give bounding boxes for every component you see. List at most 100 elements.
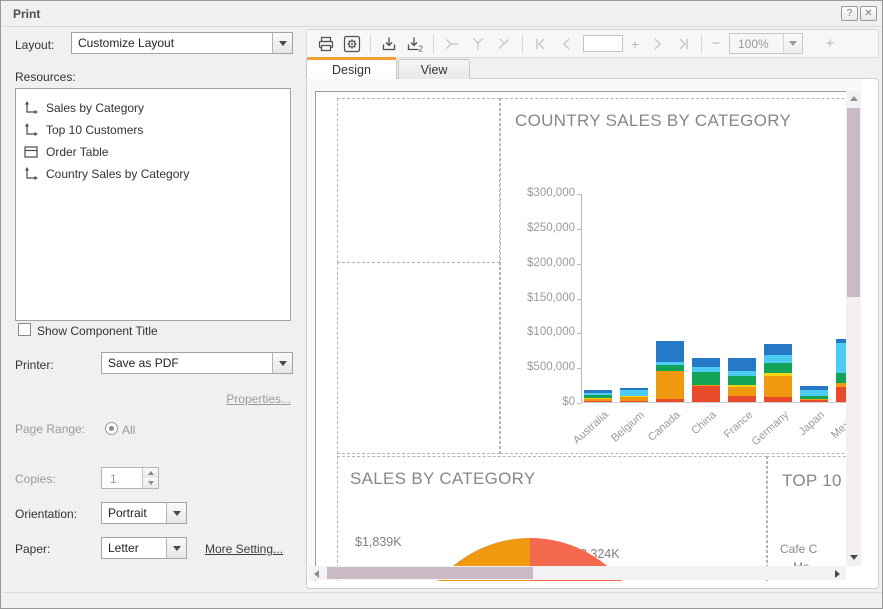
split-diagonal-icon[interactable]	[491, 32, 517, 56]
zoom-value: 100%	[730, 34, 783, 53]
y-axis-tick-mark	[577, 264, 581, 265]
paper-value: Letter	[102, 538, 166, 558]
previous-page-icon[interactable]	[554, 32, 580, 56]
preview-toolbar: 2 + − 100% +	[306, 29, 879, 58]
bar-segment-red	[692, 386, 720, 402]
page-range-all-label: All	[122, 423, 135, 437]
bar-segment-cyan	[764, 355, 792, 363]
top10-cell-1: Cafe C	[780, 542, 817, 556]
y-axis-tick-label: $100,000	[505, 326, 575, 338]
copies-increment-button[interactable]	[143, 468, 158, 478]
bar-segment-yellow	[764, 373, 792, 377]
export-icon[interactable]	[376, 32, 402, 56]
bar-segment-blue	[692, 358, 720, 367]
bar-segment-orange	[620, 397, 648, 401]
paper-dropdown[interactable]: Letter	[101, 537, 187, 559]
printer-dropdown-button[interactable]	[272, 353, 292, 373]
toolbar-separator	[701, 34, 702, 54]
bar-segment-red	[620, 401, 648, 402]
resource-item-label: Country Sales by Category	[46, 167, 189, 181]
chevron-down-icon	[279, 361, 287, 366]
zoom-in-icon[interactable]: +	[821, 32, 839, 56]
scroll-up-icon[interactable]	[850, 96, 858, 101]
properties-link[interactable]: Properties...	[181, 392, 291, 406]
tab-design[interactable]: Design	[306, 57, 397, 79]
pie-slice-label-left: $1,839K	[355, 535, 402, 549]
vertical-scrollbar-thumb[interactable]	[847, 108, 860, 297]
x-axis-category-label: Canada	[646, 409, 683, 444]
x-axis-category-label: France	[722, 409, 755, 441]
bar-plot	[581, 194, 861, 403]
bar-segment-cyan	[584, 393, 612, 395]
bar-segment-green	[692, 372, 720, 385]
bar-segment-blue	[800, 386, 828, 390]
resources-listbox: Sales by CategoryTop 10 CustomersOrder T…	[15, 88, 291, 321]
orientation-dropdown[interactable]: Portrait	[101, 502, 187, 524]
empty-component-box-top[interactable]	[337, 98, 500, 263]
page-range-all-radio[interactable]	[105, 422, 118, 435]
zoom-dropdown[interactable]: 100%	[729, 33, 803, 54]
export-all-icon[interactable]: 2	[402, 32, 428, 56]
paper-dropdown-button[interactable]	[166, 538, 186, 558]
bar-segment-red	[764, 397, 792, 402]
resource-item[interactable]: Top 10 Customers	[16, 119, 290, 141]
country-sales-chart-component[interactable]: COUNTRY SALES BY CATEGORY $300,000$250,0…	[500, 98, 861, 454]
show-component-title-label: Show Component Title	[37, 324, 158, 338]
bar-segment-green	[728, 376, 756, 385]
layout-dropdown[interactable]: Customize Layout	[71, 32, 293, 54]
printer-dropdown[interactable]: Save as PDF	[101, 352, 293, 374]
bar-segment-orange	[728, 387, 756, 397]
tab-view[interactable]: View	[398, 59, 470, 79]
x-axis-category-label: Australia	[571, 409, 611, 447]
layout-dropdown-button[interactable]	[272, 33, 292, 53]
scroll-left-icon[interactable]	[314, 570, 319, 578]
close-button[interactable]: ✕	[860, 6, 877, 21]
resource-item[interactable]: Order Table	[16, 141, 290, 163]
horizontal-scrollbar[interactable]	[309, 566, 846, 580]
zoom-out-icon[interactable]: −	[707, 32, 725, 56]
copies-label: Copies:	[15, 472, 56, 486]
scroll-down-icon[interactable]	[850, 555, 858, 560]
empty-component-box-bottom[interactable]	[337, 262, 500, 454]
split-left-icon[interactable]	[439, 32, 465, 56]
orientation-label: Orientation:	[15, 507, 77, 521]
dialog-footer-divider	[3, 592, 882, 593]
last-page-icon[interactable]	[670, 32, 696, 56]
y-axis-tick-mark	[577, 299, 581, 300]
horizontal-scrollbar-thumb[interactable]	[327, 567, 533, 579]
vertical-scrollbar[interactable]	[846, 91, 861, 566]
copies-stepper[interactable]: 1	[101, 467, 159, 489]
orientation-dropdown-button[interactable]	[166, 503, 186, 523]
svg-text:2: 2	[419, 44, 424, 53]
sales-by-category-component[interactable]: SALES BY CATEGORY $1,839K $2,324K	[337, 456, 767, 581]
next-page-icon[interactable]	[644, 32, 670, 56]
bar-segment-cyan	[656, 362, 684, 366]
split-up-icon[interactable]	[465, 32, 491, 56]
print-dialog: Print ? ✕ Layout: Customize Layout Resou…	[0, 0, 883, 609]
printer-value: Save as PDF	[102, 353, 272, 373]
y-axis-tick-mark	[577, 368, 581, 369]
print-icon[interactable]	[313, 32, 339, 56]
y-axis-tick-label: $150,000	[505, 292, 575, 304]
more-settings-link[interactable]: More Setting...	[205, 542, 283, 556]
resource-item[interactable]: Country Sales by Category	[16, 163, 290, 185]
y-axis-tick-label: $200,000	[505, 257, 575, 269]
help-button[interactable]: ?	[841, 6, 858, 21]
show-component-title-checkbox[interactable]	[18, 323, 31, 336]
toolbar-separator	[370, 34, 371, 54]
x-axis-category-label: Belgium	[609, 409, 647, 445]
zoom-dropdown-button[interactable]	[783, 34, 802, 53]
resource-item[interactable]: Sales by Category	[16, 97, 290, 119]
y-axis-tick-label: $300,000	[505, 187, 575, 199]
bar-segment-orange	[800, 399, 828, 400]
bar-segment-blue	[620, 388, 648, 389]
copies-decrement-button[interactable]	[143, 478, 158, 488]
table-icon	[24, 145, 40, 159]
x-axis-category-label: Germany	[749, 409, 791, 448]
first-page-icon[interactable]	[528, 32, 554, 56]
scroll-right-icon[interactable]	[835, 570, 840, 578]
copies-value: 1	[102, 468, 142, 488]
triangle-down-icon	[148, 481, 154, 485]
page-setup-gear-icon[interactable]	[339, 32, 365, 56]
page-number-input[interactable]	[583, 35, 623, 52]
